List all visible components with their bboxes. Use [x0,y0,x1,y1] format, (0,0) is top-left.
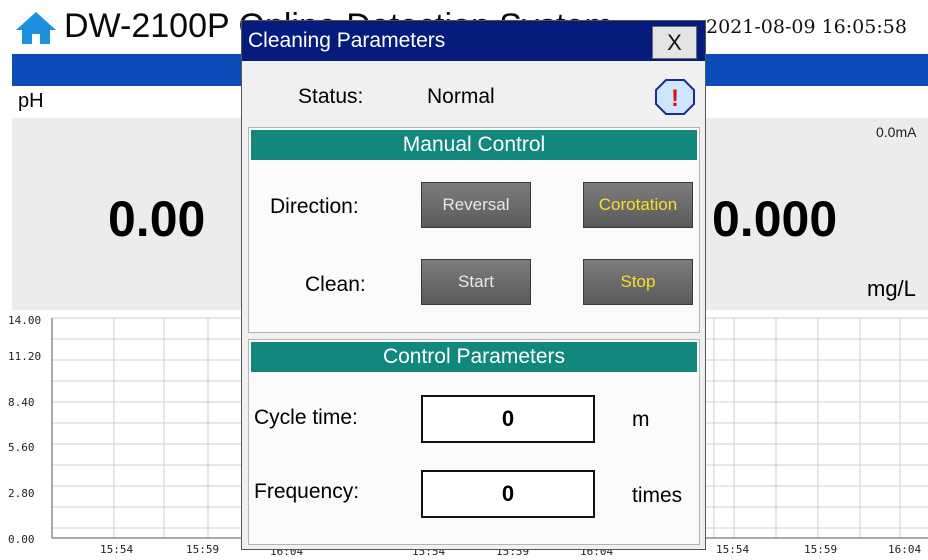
secondary-unit: mg/L [867,276,916,301]
y-tick-label: 5.60 [8,441,35,454]
home-icon[interactable] [14,10,58,46]
dialog-titlebar: Cleaning Parameters X [242,21,705,61]
corotation-button[interactable]: Corotation [583,182,693,228]
x-tick-label: 15:59 [186,543,220,556]
ph-label: pH [18,90,44,112]
x-tick-label: 15:54 [716,543,750,556]
cycle-time-input[interactable]: 0 [421,395,595,443]
x-tick-label: 16:04 [888,543,922,556]
manual-control-group: Manual Control Direction: Reversal Corot… [248,127,700,333]
secondary-reading: 0.000 [712,191,838,247]
start-button[interactable]: Start [421,259,531,305]
status-value: Normal [427,85,495,108]
close-button[interactable]: X [652,26,697,59]
frequency-unit: times [632,484,683,507]
direction-label: Direction: [270,195,359,218]
reversal-button[interactable]: Reversal [421,182,531,228]
alarm-mark: ! [671,85,679,112]
cycle-time-unit: m [632,408,650,431]
dialog-title: Cleaning Parameters [248,29,446,52]
current-reading: 0.0mA [876,124,917,140]
y-tick-label: 2.80 [8,487,35,500]
cleaning-parameters-dialog: Cleaning Parameters X Status: Normal ! M… [241,20,706,550]
manual-control-header: Manual Control [251,130,697,160]
control-parameters-header: Control Parameters [251,342,697,372]
frequency-label: Frequency: [254,480,360,503]
datetime-display: 2021-08-09 16:05:58 [706,16,907,38]
stop-button[interactable]: Stop [583,259,693,305]
cycle-time-label: Cycle time: [254,406,358,429]
y-tick-label: 0.00 [8,533,35,546]
alarm-exclamation-icon[interactable]: ! [655,79,695,115]
x-tick-label: 15:59 [804,543,838,556]
y-tick-label: 11.20 [8,350,42,363]
control-parameters-group: Control Parameters Cycle time: 0 m Frequ… [248,339,700,545]
y-tick-label: 14.00 [8,314,42,327]
status-label: Status: [298,85,364,108]
ph-reading: 0.00 [108,191,206,247]
frequency-input[interactable]: 0 [421,470,595,518]
x-tick-label: 15:54 [100,543,134,556]
clean-label: Clean: [305,273,366,296]
y-tick-label: 8.40 [8,396,35,409]
